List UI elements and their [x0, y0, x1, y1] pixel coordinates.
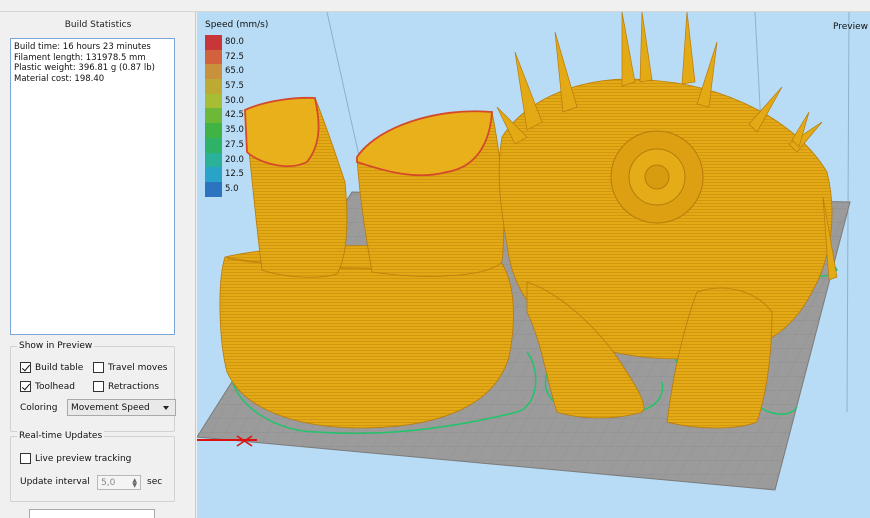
legend-value: 80.0 [225, 37, 244, 47]
speed-legend-title: Speed (mm/s) [205, 20, 269, 30]
update-interval-label: Update interval [20, 477, 90, 487]
legend-value: 27.5 [225, 139, 244, 150]
left-panel: Build Statistics Build time: 16 hours 23… [0, 12, 196, 518]
update-interval-unit: sec [147, 477, 163, 487]
legend-value: 65.0 [225, 66, 244, 77]
realtime-updates-group: Real-time Updates Live preview tracking … [10, 431, 175, 502]
coloring-select[interactable]: Movement Speed [67, 399, 176, 416]
legend-row: 50.0 [205, 93, 265, 109]
coloring-label: Coloring [20, 403, 58, 413]
preview-mode-label: Preview M [833, 22, 870, 32]
legend-value: 42.5 [225, 110, 244, 121]
legend-swatch [205, 49, 222, 65]
legend-swatch [205, 64, 222, 80]
live-preview-tracking-label: Live preview tracking [35, 453, 132, 464]
build-statistics-box[interactable]: Build time: 16 hours 23 minutes Filament… [10, 38, 175, 335]
show-in-preview-group: Show in Preview Build table Travel moves… [10, 341, 176, 432]
legend-row: 27.5 [205, 137, 265, 153]
toolhead-checkbox[interactable]: Toolhead [20, 381, 75, 392]
update-interval-spinbox[interactable]: 5,0 ▲ ▼ [97, 475, 141, 490]
model-part-middle-tube [356, 110, 505, 277]
speed-legend: 80.0 72.5 65.0 57.5 50.0 42.5 35.0 27.5 20.0 12.5… [205, 35, 265, 197]
legend-swatch [205, 123, 222, 138]
legend-row: 57.5 [205, 79, 265, 94]
retractions-label: Retractions [108, 381, 160, 392]
build-table-checkbox[interactable]: Build table [20, 362, 83, 373]
chevron-down-icon [163, 405, 169, 410]
top-toolbar-strip [0, 0, 870, 12]
toolhead-checkbox-box[interactable] [20, 381, 31, 392]
build-table-label: Build table [35, 362, 84, 373]
stats-line-build-time: Build time: 16 hours 23 minutes [14, 42, 151, 52]
legend-row: 42.5 [205, 108, 265, 124]
update-interval-value: 5,0 [101, 477, 116, 488]
toolhead-label: Toolhead [35, 381, 75, 392]
realtime-updates-title: Real-time Updates [17, 431, 105, 441]
legend-row: 65.0 [205, 64, 265, 80]
legend-swatch [205, 35, 222, 50]
coloring-select-value: Movement Speed [71, 402, 150, 413]
legend-row: 80.0 [205, 35, 265, 50]
legend-value: 12.5 [225, 169, 244, 180]
legend-value: 20.0 [225, 154, 244, 165]
stats-line-plastic-weight: Plastic weight: 396.81 g (0.87 lb) [14, 63, 155, 73]
build-statistics-title: Build Statistics [64, 20, 132, 30]
legend-row: 72.5 [205, 49, 265, 65]
travel-moves-checkbox-box[interactable] [93, 362, 104, 373]
legend-swatch [205, 137, 222, 153]
legend-value: 72.5 [225, 51, 244, 62]
bottom-button[interactable] [29, 509, 155, 518]
legend-swatch [205, 167, 222, 182]
stats-line-material-cost: Material cost: 198.40 [14, 73, 105, 84]
legend-value: 5.0 [225, 183, 239, 194]
travel-moves-label: Travel moves [108, 362, 168, 373]
legend-row: 20.0 [205, 152, 265, 168]
legend-swatch [205, 93, 222, 109]
live-preview-tracking-checkbox-box[interactable] [20, 453, 31, 464]
legend-swatch [205, 79, 222, 94]
retractions-checkbox[interactable]: Retractions [93, 381, 159, 392]
legend-swatch [205, 152, 222, 168]
preview-viewport[interactable]: Speed (mm/s) 80.0 72.5 65.0 57.5 50.0 42.5 35.… [197, 12, 870, 518]
legend-row: 35.0 [205, 123, 265, 138]
legend-value: 35.0 [225, 125, 244, 136]
legend-row: 5.0 [205, 181, 265, 197]
legend-swatch [205, 108, 222, 124]
spin-arrows-icon[interactable]: ▲ ▼ [132, 477, 137, 488]
travel-moves-checkbox[interactable]: Travel moves [93, 362, 167, 373]
legend-swatch [205, 181, 222, 197]
show-in-preview-title: Show in Preview [17, 341, 95, 351]
stats-line-filament-length: Filament length: 131978.5 mm [14, 52, 146, 63]
legend-value: 50.0 [225, 95, 244, 106]
live-preview-tracking-checkbox[interactable]: Live preview tracking [20, 453, 131, 464]
print-preview-canvas[interactable] [197, 12, 870, 518]
build-table-checkbox-box[interactable] [20, 362, 31, 373]
legend-value: 57.5 [225, 81, 244, 92]
legend-row: 12.5 [205, 167, 265, 182]
retractions-checkbox-box[interactable] [93, 381, 104, 392]
